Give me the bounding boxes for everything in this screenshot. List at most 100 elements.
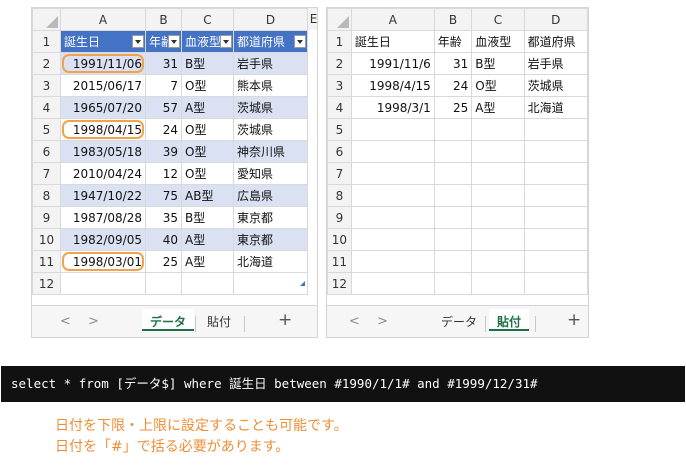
column-header-b[interactable]: B [145,8,182,31]
age-cell[interactable]: 25 [433,96,473,119]
prefecture-cell[interactable]: 東京都 [233,228,308,251]
table-header-cell[interactable]: 年齢 [145,30,182,53]
prefecture-cell[interactable]: 岩手県 [523,52,588,75]
empty-cell[interactable] [471,206,525,229]
add-sheet-button[interactable]: + [278,310,292,330]
tab-paste[interactable]: 貼付 [489,309,530,331]
row-header[interactable]: 2 [327,52,352,75]
prefecture-cell[interactable]: 北海道 [233,250,308,273]
blood-type-cell[interactable]: B型 [181,52,234,75]
filter-dropdown-icon[interactable] [168,35,180,48]
empty-cell[interactable] [471,118,525,141]
next-sheet-icon[interactable]: > [377,314,388,329]
age-cell[interactable]: 39 [145,140,182,163]
column-header-a[interactable]: A [60,8,146,31]
empty-cell[interactable] [523,184,588,207]
blood-type-cell[interactable]: B型 [181,206,234,229]
row-header[interactable]: 6 [32,140,61,163]
blood-type-cell[interactable]: O型 [181,74,234,97]
row-header[interactable]: 12 [327,272,352,295]
empty-cell[interactable] [523,228,588,251]
date-cell[interactable]: 1998/4/15 [350,74,435,97]
blood-type-cell[interactable]: A型 [181,228,234,251]
row-header[interactable]: 10 [32,228,61,251]
table-resize-handle[interactable] [300,281,305,286]
row-header[interactable]: 4 [32,96,61,119]
select-all-corner[interactable] [327,8,352,31]
prev-sheet-icon[interactable]: < [60,314,71,329]
row-header[interactable]: 9 [32,206,61,229]
blood-type-cell[interactable]: O型 [181,162,234,185]
empty-cell[interactable] [145,272,182,295]
prefecture-cell[interactable]: 神奈川県 [233,140,308,163]
blood-type-cell[interactable]: AB型 [181,184,234,207]
prefecture-cell[interactable]: 愛知県 [233,162,308,185]
empty-cell[interactable] [471,250,525,273]
highlighted-date-cell[interactable]: 1991/11/06 [60,52,146,75]
column-header-d[interactable]: D [523,8,588,31]
column-header-c[interactable]: C [471,8,525,31]
prev-sheet-icon[interactable]: < [349,314,360,329]
empty-cell[interactable] [471,184,525,207]
blood-type-cell[interactable]: O型 [181,140,234,163]
tab-data[interactable]: データ [142,309,195,331]
age-cell[interactable]: 57 [145,96,182,119]
select-all-corner[interactable] [32,8,61,31]
row-header[interactable]: 4 [327,96,352,119]
row-header[interactable]: 3 [32,74,61,97]
row-header[interactable]: 1 [327,30,352,53]
empty-cell[interactable] [181,272,234,295]
header-cell[interactable]: 都道府県 [523,30,588,53]
row-header[interactable]: 10 [327,228,352,251]
blood-type-cell[interactable]: A型 [181,96,234,119]
age-cell[interactable]: 25 [145,250,182,273]
age-cell[interactable]: 31 [433,52,473,75]
prefecture-cell[interactable]: 東京都 [233,206,308,229]
empty-cell[interactable] [350,250,435,273]
row-header[interactable]: 8 [32,184,61,207]
empty-cell[interactable] [433,228,473,251]
empty-cell[interactable] [433,162,473,185]
empty-cell[interactable] [350,272,435,295]
highlighted-date-cell[interactable]: 1998/04/15 [60,118,146,141]
empty-cell[interactable] [523,118,588,141]
table-header-cell[interactable]: 誕生日 [60,30,146,53]
age-cell[interactable]: 24 [433,74,473,97]
age-cell[interactable]: 24 [145,118,182,141]
header-cell[interactable]: 血液型 [471,30,525,53]
empty-cell[interactable] [233,272,308,295]
blood-type-cell[interactable]: O型 [471,74,525,97]
prefecture-cell[interactable]: 茨城県 [523,74,588,97]
header-cell[interactable]: 誕生日 [350,30,435,53]
row-header[interactable]: 3 [327,74,352,97]
row-header[interactable]: 11 [32,250,61,273]
column-header-d[interactable]: D [233,8,308,31]
row-header[interactable]: 1 [32,30,61,53]
empty-cell[interactable] [471,162,525,185]
table-header-cell[interactable]: 都道府県 [233,30,308,53]
date-cell[interactable]: 1991/11/6 [350,52,435,75]
prefecture-cell[interactable]: 茨城県 [233,96,308,119]
highlighted-date-cell[interactable]: 1998/03/01 [60,250,146,273]
empty-cell[interactable] [433,184,473,207]
empty-cell[interactable] [433,140,473,163]
column-header-e[interactable]: E [307,8,317,30]
row-header[interactable]: 11 [327,250,352,273]
prefecture-cell[interactable]: 茨城県 [233,118,308,141]
empty-cell[interactable] [523,250,588,273]
column-header-c[interactable]: C [181,8,234,31]
date-cell[interactable]: 2010/04/24 [60,162,146,185]
age-cell[interactable]: 75 [145,184,182,207]
row-header[interactable]: 5 [327,118,352,141]
blood-type-cell[interactable]: O型 [181,118,234,141]
blood-type-cell[interactable]: A型 [471,96,525,119]
date-cell[interactable]: 2015/06/17 [60,74,146,97]
prefecture-cell[interactable]: 北海道 [523,96,588,119]
row-header[interactable]: 7 [327,162,352,185]
blood-type-cell[interactable]: B型 [471,52,525,75]
empty-cell[interactable] [350,206,435,229]
date-cell[interactable]: 1983/05/18 [60,140,146,163]
age-cell[interactable]: 31 [145,52,182,75]
age-cell[interactable]: 35 [145,206,182,229]
date-cell[interactable]: 1982/09/05 [60,228,146,251]
